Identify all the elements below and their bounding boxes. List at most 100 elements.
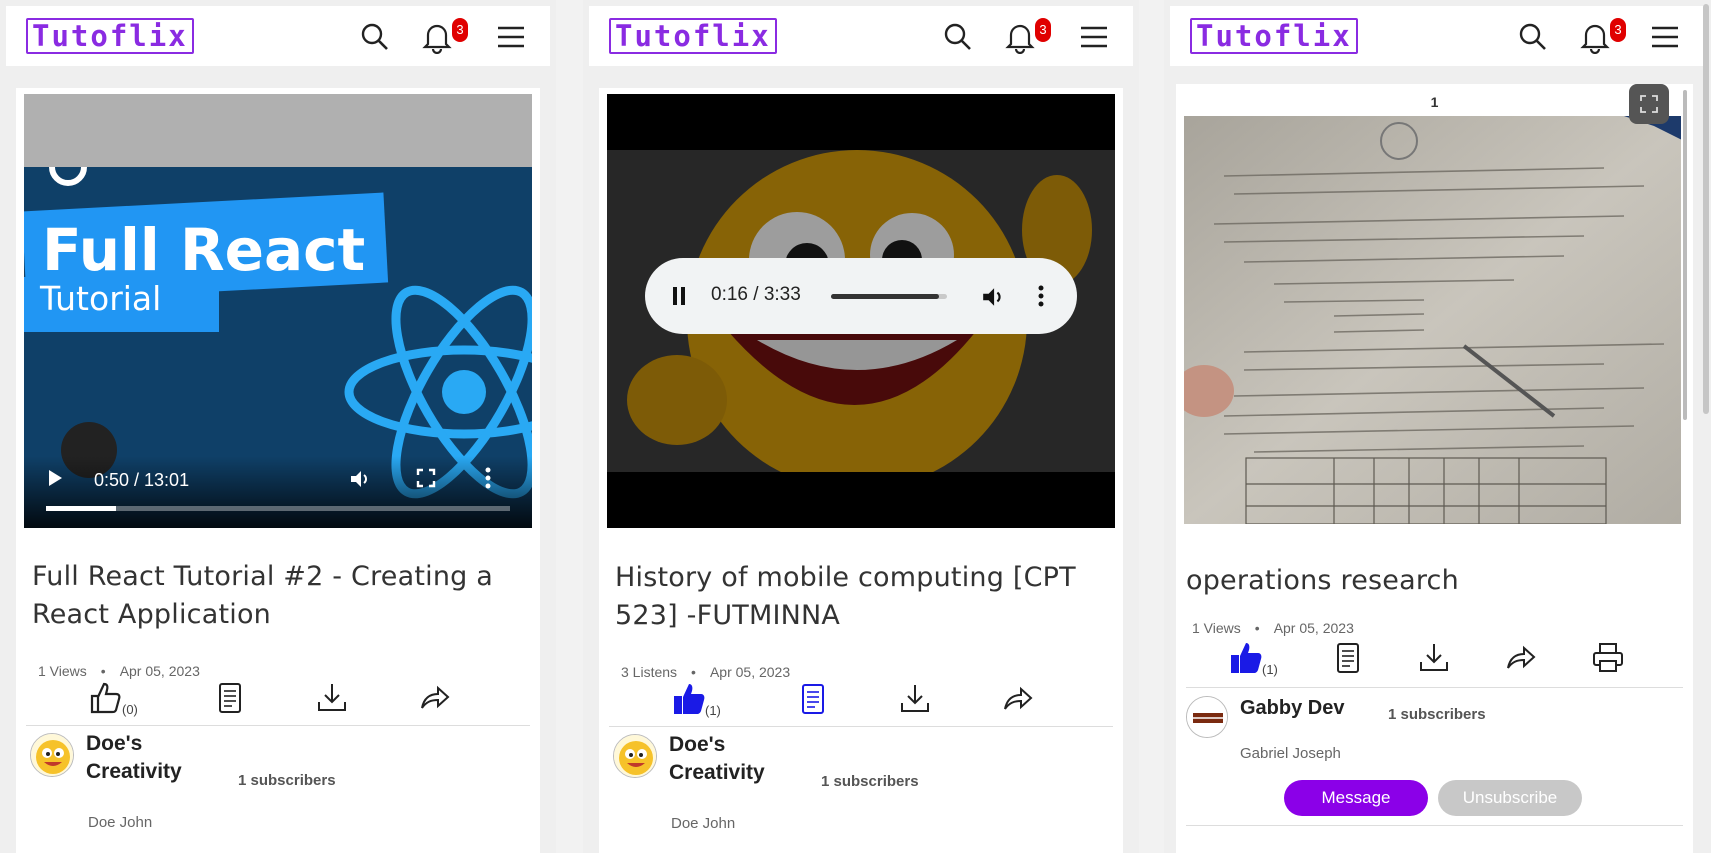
content-title: History of mobile computing [CPT 523] -F… (615, 562, 1076, 631)
unsubscribe-button[interactable]: Unsubscribe (1438, 780, 1582, 816)
exam-paper-photo (1184, 116, 1681, 524)
like-outline-icon[interactable] (88, 680, 124, 716)
channel-owner-name: Doe John (88, 814, 153, 831)
notification-badge: 3 (452, 18, 468, 42)
top-app-bar: Tutoflix 3 (1170, 6, 1705, 66)
listens-count: 3 Listens (621, 664, 678, 680)
channel-avatar[interactable] (30, 733, 74, 777)
views-count: 1 Views (38, 663, 87, 679)
publish-date: Apr 05, 2023 (119, 663, 200, 679)
thumbnail-subline: Tutorial (40, 279, 162, 318)
app-logo[interactable]: Tutoflix (1190, 18, 1358, 54)
views-count: 1 Views (1192, 620, 1241, 636)
channel-name[interactable]: Doe's Creativity (669, 731, 765, 787)
audio-seek-bar[interactable] (831, 294, 947, 299)
meta-row: 1 Views • Apr 05, 2023 (1192, 620, 1354, 636)
seek-bar[interactable] (46, 506, 510, 511)
like-count: (0) (122, 702, 138, 717)
action-row: (1) (1176, 640, 1693, 680)
page-scrollbar[interactable] (1703, 4, 1709, 414)
bell-icon[interactable] (1003, 20, 1037, 54)
download-icon[interactable] (314, 680, 350, 716)
document-icon[interactable] (212, 680, 248, 716)
page-number: 1 (1430, 94, 1439, 110)
content-card: 0:16 / 3:33 History of mobile computing … (599, 88, 1123, 853)
print-icon[interactable] (1590, 640, 1626, 676)
more-options-icon[interactable] (1037, 284, 1045, 308)
thumbnail-headline: Full React (42, 216, 366, 284)
content-card: Full React Tutorial 0:50 / 13:01 Full Re… (16, 88, 540, 853)
fullscreen-button[interactable] (1629, 84, 1669, 124)
audio-player-area: 0:16 / 3:33 (607, 94, 1115, 528)
video-letterbox (24, 94, 532, 167)
divider (26, 725, 530, 726)
like-filled-icon[interactable] (671, 681, 707, 717)
download-icon[interactable] (897, 681, 933, 717)
meta-row: 3 Listens • Apr 05, 2023 (621, 664, 791, 680)
channel-owner-name: Gabriel Joseph (1240, 745, 1341, 762)
audio-seek-progress (831, 294, 939, 299)
like-filled-icon[interactable] (1228, 640, 1264, 676)
play-icon[interactable] (46, 468, 64, 488)
message-button[interactable]: Message (1284, 780, 1428, 816)
share-icon[interactable] (416, 680, 452, 716)
channel-name[interactable]: Gabby Dev (1240, 694, 1344, 722)
publish-date: Apr 05, 2023 (709, 664, 791, 680)
channel-avatar[interactable] (1186, 696, 1228, 738)
document-icon-active[interactable] (795, 681, 831, 717)
hamburger-menu-icon[interactable] (1077, 20, 1111, 54)
download-icon[interactable] (1416, 640, 1452, 676)
action-row: (1) (599, 681, 1123, 721)
content-card: 1 operations research 1 Views • Apr 05, … (1176, 84, 1693, 853)
content-title: Full React Tutorial #2 - Creating a Reac… (32, 561, 494, 630)
seek-progress (46, 506, 116, 511)
subscriber-count: 1 subscribers (238, 772, 336, 789)
action-row: (0) (16, 680, 540, 720)
phone-panel-document: Tutoflix 3 1 operations research 1 Views… (1164, 0, 1711, 853)
volume-icon[interactable] (349, 468, 371, 490)
bell-icon[interactable] (420, 20, 454, 54)
hamburger-menu-icon[interactable] (1648, 20, 1682, 54)
channel-name[interactable]: Doe's Creativity (86, 730, 182, 786)
divider (1186, 687, 1683, 688)
fullscreen-icon[interactable] (416, 468, 436, 488)
channel-owner-name: Doe John (671, 815, 736, 832)
subscriber-count: 1 subscribers (1388, 706, 1486, 723)
more-options-icon[interactable] (484, 466, 492, 490)
notification-badge: 3 (1610, 18, 1626, 42)
app-logo[interactable]: Tutoflix (609, 18, 777, 54)
top-app-bar: Tutoflix 3 (6, 6, 550, 66)
time-display: 0:50 / 13:01 (94, 470, 190, 490)
divider (609, 726, 1113, 727)
publish-date: Apr 05, 2023 (1273, 620, 1354, 636)
search-icon[interactable] (358, 20, 392, 54)
phone-panel-audio: Tutoflix 3 0:16 / 3:33 History of mobile… (583, 0, 1139, 853)
like-count: (1) (1262, 662, 1278, 677)
like-count: (1) (705, 703, 721, 718)
hamburger-menu-icon[interactable] (494, 20, 528, 54)
share-icon[interactable] (1502, 640, 1538, 676)
volume-icon[interactable] (981, 285, 1005, 309)
share-icon[interactable] (999, 681, 1035, 717)
content-title: operations research (1186, 565, 1459, 596)
notification-badge: 3 (1035, 18, 1051, 42)
document-icon[interactable] (1330, 640, 1366, 676)
viewer-scrollbar[interactable] (1683, 90, 1687, 420)
video-player[interactable]: Full React Tutorial 0:50 / 13:01 (24, 94, 532, 528)
channel-avatar[interactable] (613, 734, 657, 778)
screenshot-stage: Tutoflix 3 Full React Tutorial 0:50 / 13… (0, 0, 1711, 853)
expand-icon (1640, 95, 1658, 113)
audio-controls: 0:16 / 3:33 (645, 258, 1077, 334)
top-app-bar: Tutoflix 3 (589, 6, 1133, 66)
search-icon[interactable] (1516, 20, 1550, 54)
app-logo[interactable]: Tutoflix (26, 18, 194, 54)
pause-icon[interactable] (671, 285, 687, 307)
player-controls: 0:50 / 13:01 (24, 456, 532, 528)
subscriber-count: 1 subscribers (821, 773, 919, 790)
audio-time-display: 0:16 / 3:33 (711, 284, 801, 305)
bell-icon[interactable] (1578, 20, 1612, 54)
search-icon[interactable] (941, 20, 975, 54)
divider (1186, 825, 1683, 826)
phone-panel-react-video: Tutoflix 3 Full React Tutorial 0:50 / 13… (0, 0, 556, 853)
document-page-image (1184, 116, 1681, 524)
